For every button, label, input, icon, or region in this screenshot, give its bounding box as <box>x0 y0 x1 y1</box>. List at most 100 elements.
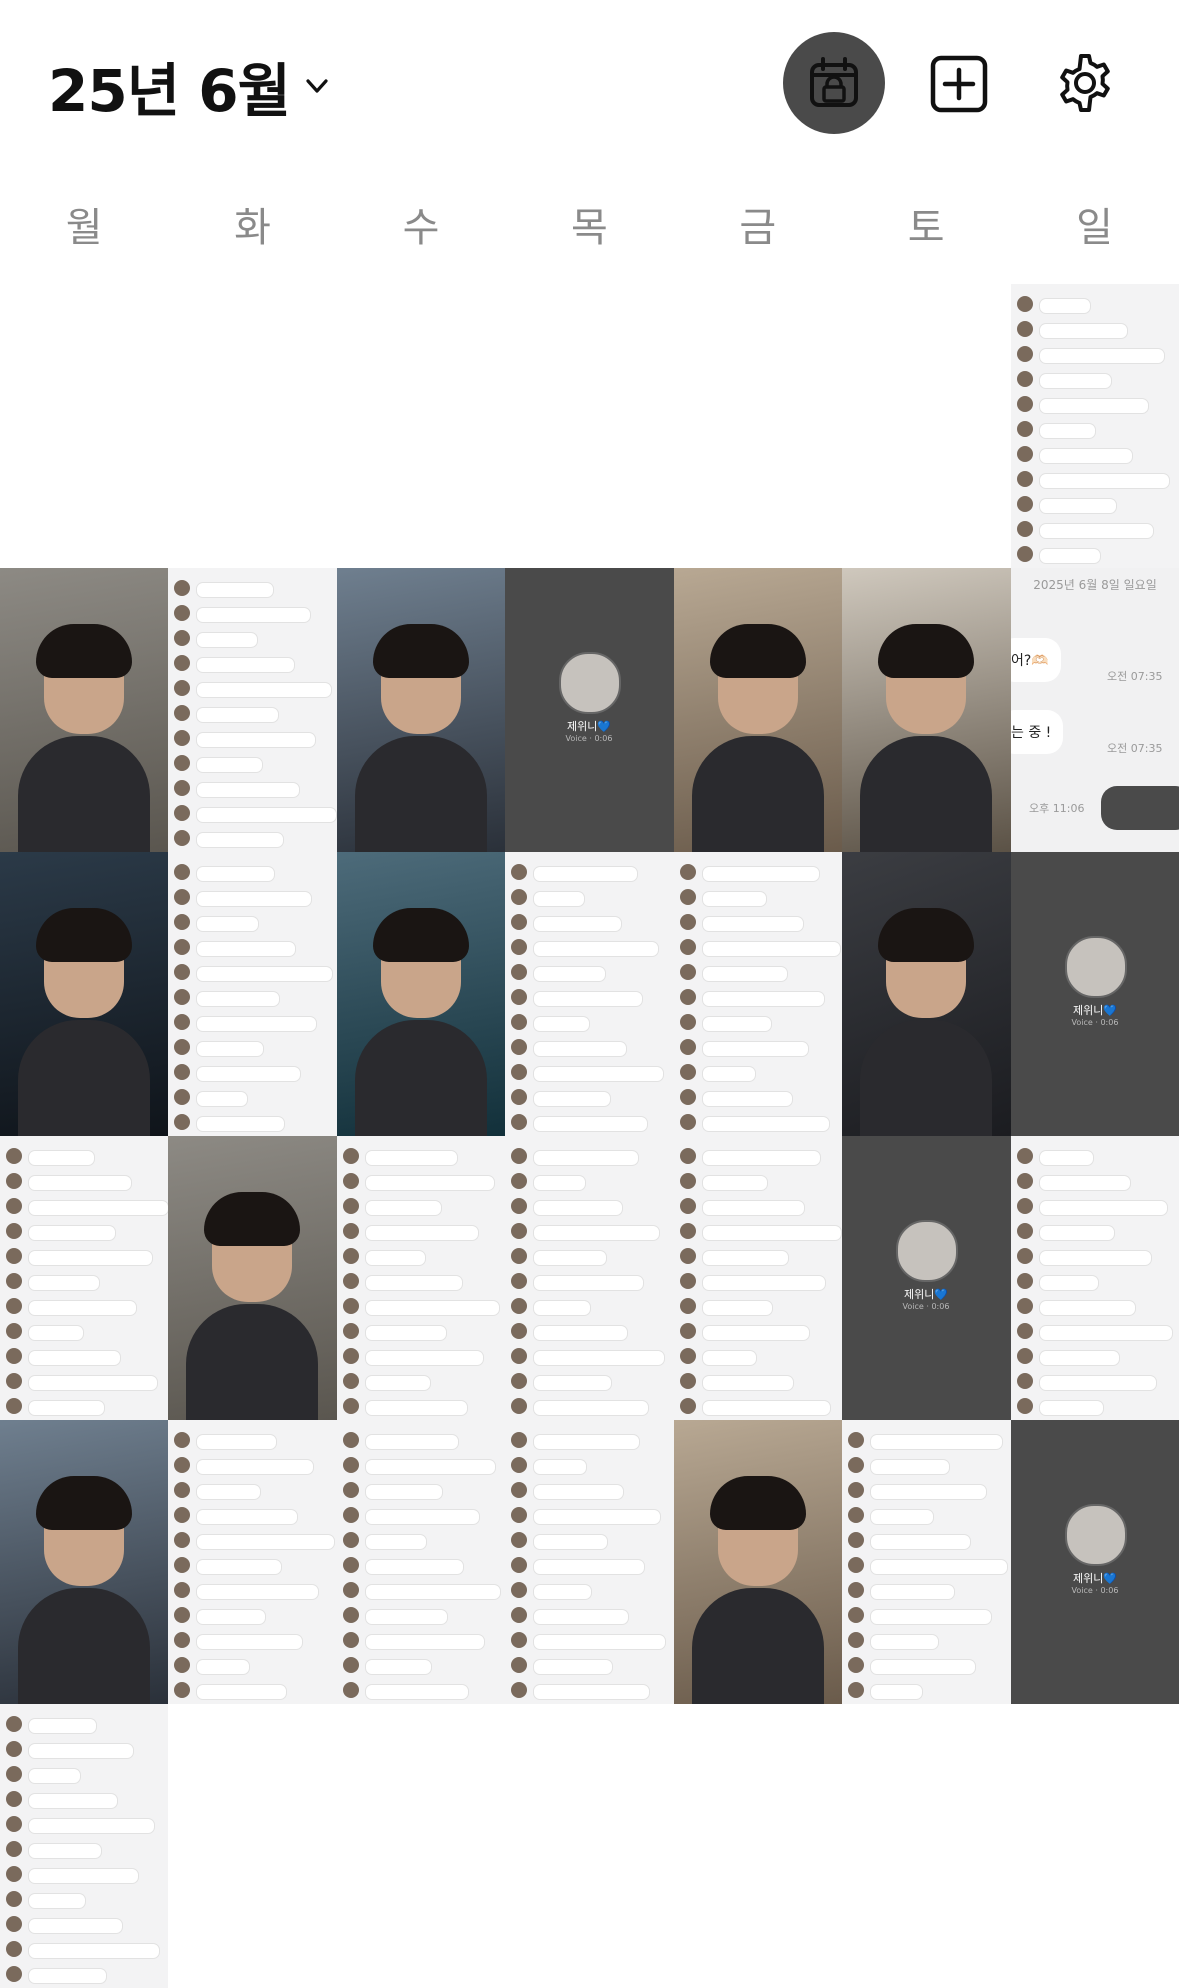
day-thumbnail[interactable] <box>0 852 168 1136</box>
month-selector[interactable]: 25년 6월 <box>48 44 330 128</box>
day-thumbnail[interactable] <box>168 1420 337 1704</box>
chat-message <box>511 862 661 886</box>
day-thumbnail[interactable] <box>1011 1136 1179 1420</box>
chat-message <box>343 1430 493 1454</box>
chat-bubble <box>533 966 606 982</box>
settings-button[interactable] <box>1054 52 1116 114</box>
chat-message <box>174 728 324 752</box>
chat-bubble <box>196 1434 277 1450</box>
day-thumbnail[interactable] <box>674 1420 842 1704</box>
day-thumbnail[interactable]: 제위니💙 Voice · 0:06 <box>1011 1420 1179 1704</box>
chat-bubble <box>196 1634 303 1650</box>
chat-message <box>848 1530 998 1554</box>
day-thumbnail[interactable] <box>168 568 337 852</box>
chat-bubble <box>1039 1350 1120 1366</box>
chat-message <box>680 1271 830 1295</box>
chat-bubble: 어?🫶🏻 <box>1011 638 1061 682</box>
day-thumbnail[interactable] <box>337 852 505 1136</box>
day-thumbnail[interactable] <box>505 1136 674 1420</box>
avatar <box>174 1432 190 1448</box>
photo-subject-body <box>18 736 150 852</box>
chat-message <box>680 1221 842 1245</box>
chat-message <box>511 1321 661 1345</box>
avatar <box>174 964 190 980</box>
day-thumbnail[interactable] <box>505 1420 674 1704</box>
day-thumbnail[interactable] <box>0 568 168 852</box>
weekday-sat: 토 <box>907 205 945 251</box>
chat-message <box>511 987 661 1011</box>
chat-bubble <box>533 866 638 882</box>
chat-message <box>343 1396 493 1420</box>
day-thumbnail[interactable] <box>674 568 842 852</box>
day-thumbnail[interactable] <box>505 852 674 1136</box>
add-entry-button[interactable] <box>930 55 988 113</box>
avatar <box>680 1373 696 1389</box>
chat-bubble <box>533 941 659 957</box>
avatar <box>848 1482 864 1498</box>
avatar <box>511 1248 527 1264</box>
day-thumbnail[interactable] <box>842 568 1011 852</box>
day-thumbnail[interactable] <box>674 852 842 1136</box>
chat-bubble <box>870 1659 976 1675</box>
chat-message <box>343 1505 493 1529</box>
chat-bubble <box>365 1400 468 1416</box>
day-thumbnail[interactable] <box>168 1136 337 1420</box>
avatar <box>1017 1148 1033 1164</box>
day-thumbnail[interactable] <box>337 1136 505 1420</box>
chat-bubble <box>28 1718 97 1734</box>
call-duration: Voice · 0:06 <box>1071 1018 1119 1027</box>
chat-bubble <box>28 1175 132 1191</box>
day-thumbnail[interactable] <box>0 1704 168 1988</box>
call-duration: Voice · 0:06 <box>902 1302 950 1311</box>
chat-message <box>174 1455 324 1479</box>
chat-message <box>1017 1371 1167 1395</box>
day-thumbnail[interactable] <box>842 852 1011 1136</box>
day-thumbnail[interactable] <box>674 1136 842 1420</box>
day-thumbnail[interactable]: 제위니💙 Voice · 0:06 <box>842 1136 1011 1420</box>
avatar <box>680 1064 696 1080</box>
avatar <box>6 1891 22 1907</box>
avatar <box>1017 1173 1033 1189</box>
chat-message <box>174 862 324 886</box>
chat-message <box>6 1196 168 1220</box>
day-thumbnail[interactable] <box>337 1420 505 1704</box>
calendar-lock-button[interactable] <box>783 32 885 134</box>
avatar <box>6 1173 22 1189</box>
chat-bubble <box>1039 548 1101 564</box>
chat-message <box>1017 1246 1167 1270</box>
chat-message <box>511 1112 661 1136</box>
chat-message <box>680 962 830 986</box>
chat-message <box>174 803 337 827</box>
chat-message <box>1017 1171 1167 1195</box>
day-thumbnail[interactable] <box>337 568 505 852</box>
day-thumbnail[interactable]: 제위니💙 Voice · 0:06 <box>1011 852 1179 1136</box>
chat-bubble <box>533 1116 648 1132</box>
chevron-down-icon <box>306 79 328 93</box>
day-thumbnail[interactable] <box>0 1136 168 1420</box>
day-thumbnail[interactable] <box>0 1420 168 1704</box>
avatar <box>6 1816 22 1832</box>
chat-message <box>343 1146 493 1170</box>
chat-message <box>848 1505 998 1529</box>
day-thumbnail[interactable] <box>1011 284 1179 568</box>
avatar <box>511 1682 527 1698</box>
avatar <box>511 1532 527 1548</box>
day-thumbnail[interactable] <box>168 852 337 1136</box>
chat-bubble <box>702 1041 809 1057</box>
chat-message <box>680 1321 830 1345</box>
day-thumbnail[interactable]: 제위니💙 Voice · 0:06 <box>505 568 674 852</box>
chat-bubble <box>365 1559 464 1575</box>
chat-message <box>6 1321 156 1345</box>
day-thumbnail[interactable] <box>842 1420 1011 1704</box>
avatar <box>680 1298 696 1314</box>
chat-bubble <box>1039 1325 1173 1341</box>
chat-bubble <box>196 1091 248 1107</box>
chat-bubble <box>365 1300 500 1316</box>
chat-bubble <box>196 1534 335 1550</box>
day-thumbnail[interactable]: 2025년 6월 8일 일요일 어?🫶🏻 오전 07:35 는 중 ! 오전 07:35… <box>1011 568 1179 852</box>
chat-message <box>1017 444 1167 468</box>
avatar <box>511 1273 527 1289</box>
avatar <box>343 1532 359 1548</box>
chat-bubble <box>533 1634 666 1650</box>
avatar <box>511 1457 527 1473</box>
